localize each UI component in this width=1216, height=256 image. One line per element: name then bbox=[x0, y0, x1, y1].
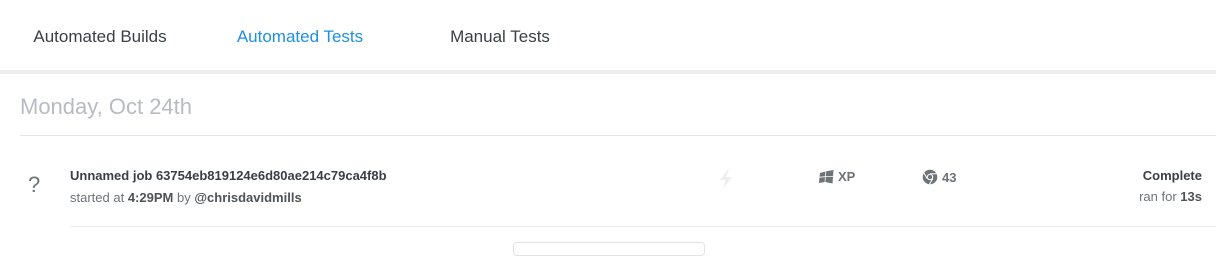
tab-automated-tests[interactable]: Automated Tests bbox=[200, 0, 400, 74]
duration: ran for 13s bbox=[1139, 189, 1202, 204]
windows-icon bbox=[819, 169, 834, 183]
tab-label: Automated Builds bbox=[33, 27, 167, 46]
by-label: by bbox=[176, 190, 191, 205]
unknown-status-icon: ? bbox=[28, 172, 41, 197]
job-meta: started at 4:29PM by @chrisdavidmills bbox=[70, 190, 302, 205]
tab-label: Automated Tests bbox=[236, 27, 364, 46]
day-section: Monday, Oct 24th ? Unnamed job 63754eb81… bbox=[0, 74, 1216, 250]
load-more-button[interactable] bbox=[513, 242, 705, 256]
tab-label: Manual Tests bbox=[450, 27, 550, 46]
chrome-icon bbox=[922, 169, 938, 185]
os-label: XP bbox=[838, 169, 856, 184]
job-name[interactable]: Unnamed job 63754eb819124e6d80ae214c79ca… bbox=[70, 168, 387, 183]
tab-automated-builds[interactable]: Automated Builds bbox=[0, 0, 200, 74]
browser-info: 43 bbox=[922, 169, 956, 185]
user-link[interactable]: @chrisdavidmills bbox=[194, 190, 301, 205]
result: Complete ran for 13s bbox=[1139, 168, 1202, 204]
day-heading: Monday, Oct 24th bbox=[20, 94, 193, 119]
status-label: Complete bbox=[1142, 168, 1202, 183]
browser-version: 43 bbox=[942, 169, 957, 185]
started-time: 4:29PM bbox=[127, 190, 174, 205]
job-row[interactable]: ? Unnamed job 63754eb819124e6d80ae214c79… bbox=[0, 136, 1216, 227]
tab-manual-tests[interactable]: Manual Tests bbox=[400, 0, 600, 74]
lightning-bolt-icon bbox=[720, 169, 732, 189]
row-divider bbox=[70, 226, 1216, 227]
tab-bar: Automated Builds Automated Tests Manual … bbox=[0, 0, 1216, 74]
ran-for-label: ran for bbox=[1139, 189, 1177, 204]
started-prefix: started at bbox=[70, 190, 125, 205]
duration-value: 13s bbox=[1180, 189, 1202, 204]
os-info: XP bbox=[819, 169, 855, 184]
